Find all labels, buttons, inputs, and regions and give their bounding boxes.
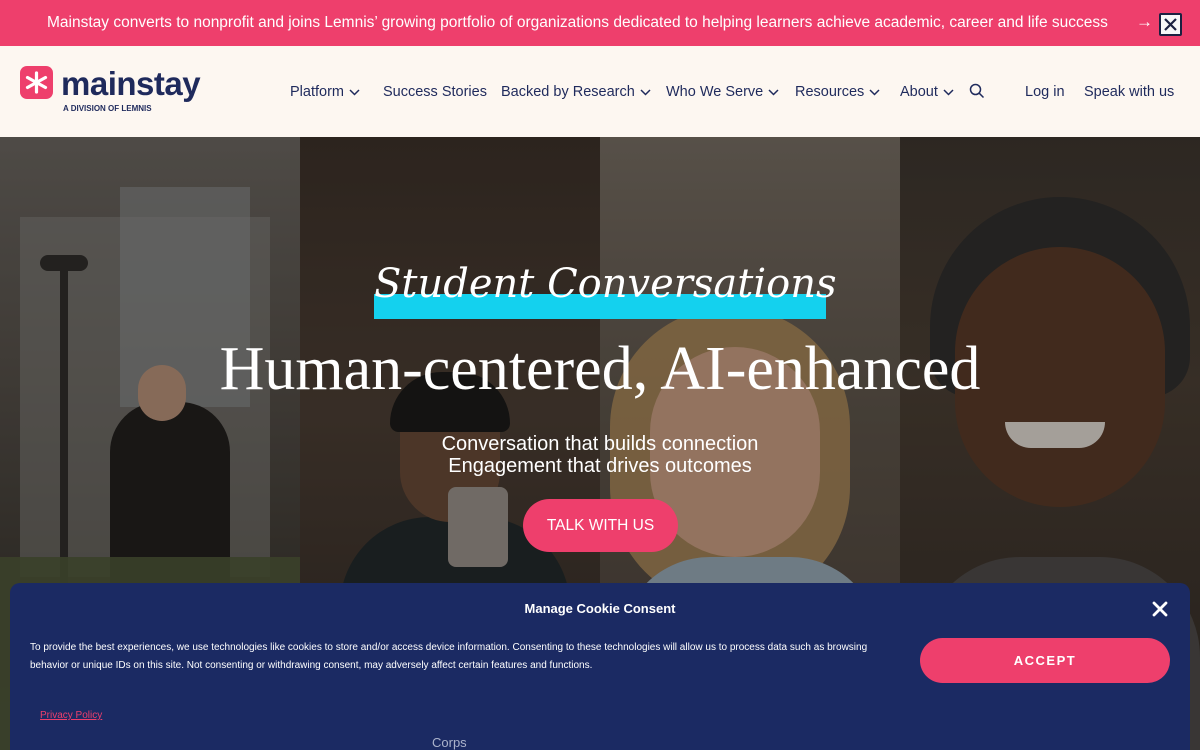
cookie-body: To provide the best experiences, we use … (30, 642, 868, 671)
chevron-down-icon (640, 88, 651, 96)
logo-subtitle: A DIVISION OF LEMNIS (63, 104, 152, 113)
hero-subtitle-line-1: Conversation that builds connection (441, 433, 759, 455)
logo-wordmark: mainstay (61, 65, 201, 102)
nav-success-stories-label: Success Stories (383, 84, 487, 100)
nav-who-we-serve-label: Who We Serve (666, 84, 764, 100)
talk-with-us-button[interactable]: TALK WITH US (523, 499, 678, 552)
search-icon (969, 83, 985, 99)
chevron-down-icon (943, 88, 954, 96)
search-button[interactable] (969, 83, 985, 99)
mainstay-logo[interactable]: mainstay A DIVISION OF LEMNIS (20, 66, 201, 113)
nav-about[interactable]: About (900, 84, 954, 100)
hero-eyebrow: Student Conversations (374, 261, 837, 307)
cookie-title: Manage Cookie Consent (524, 601, 676, 616)
chevron-down-icon (349, 88, 360, 96)
nav-who-we-serve[interactable]: Who We Serve (666, 84, 779, 100)
nav-research[interactable]: Backed by Research (501, 84, 651, 100)
announcement-link[interactable]: Mainstay converts to nonprofit and joins… (47, 14, 1108, 32)
accept-button[interactable]: ACCEPT (920, 638, 1170, 683)
asterisk-logo-icon (20, 66, 53, 99)
nav-success-stories[interactable]: Success Stories (383, 84, 487, 100)
close-icon (1164, 18, 1177, 31)
nav-platform-label: Platform (290, 84, 344, 100)
announcement-close-button[interactable] (1159, 13, 1182, 36)
partner-logo-peek: Corps (432, 735, 467, 750)
hero-subtitle-line-2: Engagement that drives outcomes (448, 455, 752, 477)
login-link[interactable]: Log in (1025, 84, 1065, 100)
nav-platform[interactable]: Platform (290, 84, 360, 100)
cookie-consent-banner: Manage Cookie Consent To provide the bes… (10, 583, 1190, 750)
hero-title: Human-centered, AI-enhanced (219, 335, 981, 403)
privacy-policy-link[interactable]: Privacy Policy (40, 710, 102, 721)
nav-resources[interactable]: Resources (795, 84, 880, 100)
cookie-close-button[interactable] (1150, 599, 1170, 619)
arrow-right-icon[interactable]: → (1136, 12, 1153, 32)
speak-with-us-link[interactable]: Speak with us (1084, 84, 1174, 100)
speak-with-us-label: Speak with us (1084, 84, 1175, 100)
chevron-down-icon (768, 88, 779, 96)
login-label: Log in (1025, 84, 1065, 100)
announcement-bar: Mainstay converts to nonprofit and joins… (0, 0, 1200, 46)
nav-resources-label: Resources (795, 84, 865, 100)
nav-about-label: About (900, 84, 938, 100)
chevron-down-icon (869, 88, 880, 96)
close-icon (1152, 601, 1168, 617)
nav-research-label: Backed by Research (501, 84, 635, 100)
site-header: mainstay A DIVISION OF LEMNIS Platform S… (0, 46, 1200, 137)
